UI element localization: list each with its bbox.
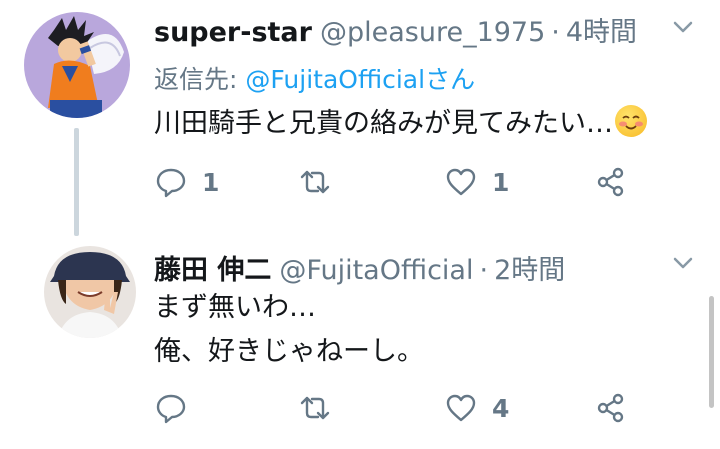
share-icon [597,167,624,197]
tweet-header: 藤田 伸二 @FujitaOfficial · 2時間 [154,248,565,288]
display-name[interactable]: 藤田 伸二 [154,248,271,287]
avatar-image [44,246,136,338]
tweet-text-line: 川田騎手と兄貴の絡みが見てみたい… [154,108,613,139]
reply-context: 返信先: @FujitaOfficialさん [154,60,475,96]
avatar[interactable] [44,246,136,338]
chevron-down-icon[interactable] [672,252,694,274]
tweet-text: 川田騎手と兄貴の絡みが見てみたい… [154,102,647,146]
reply-prefix: 返信先: [154,65,238,94]
retweet-icon [300,170,330,194]
avatar-image [24,12,130,118]
chevron-down-icon[interactable] [672,16,694,38]
like-button[interactable]: 1 [444,162,509,202]
smiling-blushing-face-emoji [615,105,647,137]
scrollbar[interactable] [709,296,714,408]
retweet-button[interactable] [298,388,346,428]
user-handle[interactable]: @FujitaOfficial [279,255,473,286]
retweet-button[interactable] [298,162,346,202]
tweet-header: super-star @pleasure_1975 · 4時間 [154,10,637,50]
share-button[interactable] [594,162,628,202]
heart-icon [446,394,476,422]
timestamp[interactable]: 4時間 [566,10,637,49]
separator-dot: · [551,17,560,48]
like-count: 4 [492,393,510,423]
like-count: 1 [492,167,510,197]
reply-icon [156,168,186,198]
retweet-icon [300,396,330,420]
share-button[interactable] [594,388,628,428]
tweet-text-line: 俺、好きじゃねーし。 [154,336,424,367]
reply-count: 1 [202,167,220,197]
heart-icon [446,168,476,196]
like-button[interactable]: 4 [444,388,509,428]
reply-mention-link[interactable]: @FujitaOfficialさん [245,65,475,94]
reply-icon [156,394,186,424]
tweet[interactable]: 藤田 伸二 @FujitaOfficial · 2時間 まず無いわ… 俺、好きじ… [0,236,720,449]
user-handle[interactable]: @pleasure_1975 [320,17,545,48]
tweet-text: まず無いわ… 俺、好きじゃねーし。 [154,286,424,374]
share-icon [597,393,624,423]
tweet-actions: 4 [150,388,650,428]
display-name[interactable]: super-star [154,17,312,48]
tweet[interactable]: super-star @pleasure_1975 · 4時間 返信先: @Fu… [0,0,720,236]
timestamp[interactable]: 2時間 [494,248,565,287]
tweet-actions: 1 1 [150,162,650,202]
avatar[interactable] [24,12,130,118]
reply-button[interactable] [154,388,202,428]
separator-dot: · [479,255,489,286]
tweet-text-line: まず無いわ… [154,292,316,323]
thread-line [74,128,79,236]
reply-button[interactable]: 1 [154,162,219,202]
